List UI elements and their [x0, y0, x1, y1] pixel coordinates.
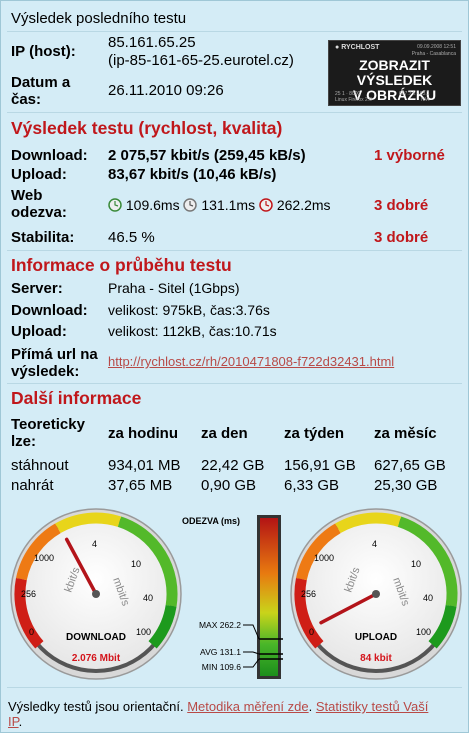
footer: Výsledky testů jsou orientační. Metodika…: [8, 699, 463, 729]
web-label-line1: Web: [11, 187, 43, 204]
divider: [7, 383, 462, 384]
download-tick-10: 10: [131, 559, 141, 569]
more-heading: Další informace: [11, 388, 142, 408]
web-response-values: 109.6ms 131.1ms 262.2ms: [108, 197, 331, 213]
upload-value: 83,67 kbit/s (10,46 kB/s): [108, 166, 277, 183]
table-cell: 934,01 MB: [108, 457, 181, 474]
result-panel: Výsledek posledního testu IP (host): 85.…: [0, 0, 469, 733]
avg-clock-icon: [183, 198, 198, 212]
download-value: 2 075,57 kbit/s (259,45 kB/s): [108, 147, 306, 164]
table-header-week: za týden: [284, 425, 345, 442]
footer-text: Výsledky testů jsou orientační.: [8, 699, 184, 714]
table-col0-header: Teoreticky lze:: [11, 416, 85, 450]
progress-upload-label: Upload:: [11, 323, 67, 340]
upload-tick-1000: 1000: [314, 553, 334, 563]
stability-value: 46.5 %: [108, 229, 155, 246]
table-col0-line2: lze:: [11, 433, 37, 450]
progress-download-value: velikost: 975kB, čas:3.76s: [108, 302, 270, 318]
table-cell: 627,65 GB: [374, 457, 446, 474]
divider: [7, 250, 462, 251]
web-avg-value: 131.1ms: [201, 197, 256, 213]
download-rating: 1 výborné: [374, 147, 445, 164]
server-label: Server:: [11, 280, 63, 297]
date-label: Datum a čas:: [11, 74, 70, 108]
date-value: 26.11.2010 09:26: [108, 82, 224, 99]
url-label-line2: výsledek:: [11, 363, 80, 380]
table-header-hour: za hodinu: [108, 425, 178, 442]
table-cell: 37,65 MB: [108, 477, 173, 494]
ip-label: IP (host):: [11, 43, 76, 60]
ip-value: 85.161.65.25: [108, 34, 196, 51]
table-cell: 156,91 GB: [284, 457, 356, 474]
table-cell: 0,90 GB: [201, 477, 257, 494]
download-tick-256: 256: [21, 589, 36, 599]
rychlost-logo: ● RYCHLOST: [335, 44, 380, 51]
response-avg-label: AVG 131.1: [200, 647, 241, 657]
footer-sep: .: [308, 699, 313, 714]
download-tick-1000: 1000: [34, 553, 54, 563]
download-label: Download:: [11, 147, 88, 164]
ip-stats-link[interactable]: Statistiky testů Vaší: [316, 699, 428, 714]
table-cell: 25,30 GB: [374, 477, 438, 494]
result-url-link[interactable]: http://rychlost.cz/rh/2010471808-f722d32…: [108, 354, 394, 369]
progress-upload-value: velikost: 112kB, čas:10.71s: [108, 323, 277, 339]
date-label-line1: Datum a: [11, 74, 71, 91]
upload-tick-40: 40: [423, 593, 433, 603]
stability-rating: 3 dobré: [374, 229, 429, 246]
show-image-result-button[interactable]: ● RYCHLOST 09.09.2008 12:51 Praha - Casa…: [328, 40, 461, 106]
ip-stats-link-cont[interactable]: IP: [8, 714, 19, 729]
table-col0-line1: Teoreticky: [11, 416, 85, 433]
divider: [7, 687, 462, 688]
download-tick-4: 4: [92, 539, 97, 549]
host-value: (ip-85-161-65-25.eurotel.cz): [108, 52, 294, 69]
table-cell: 22,42 GB: [201, 457, 265, 474]
logo-text: RYCHLOST: [341, 44, 380, 51]
table-cell: 6,33 GB: [284, 477, 340, 494]
table-row-label: stáhnout: [11, 457, 69, 474]
upload-tick-256: 256: [301, 589, 316, 599]
table-header-day: za den: [201, 425, 248, 442]
table-header-month: za měsíc: [374, 425, 437, 442]
badge-row3: Linux Firefox 2.0: [335, 97, 372, 103]
progress-heading: Informace o průběhu testu: [11, 255, 232, 275]
upload-tick-0: 0: [309, 627, 314, 637]
results-heading: Výsledek testu (rychlost, kvalita): [11, 118, 283, 138]
divider: [7, 112, 462, 113]
date-label-line2: čas:: [11, 91, 42, 108]
web-max-value: 262.2ms: [276, 197, 331, 213]
response-min-label: MIN 109.6: [202, 662, 241, 672]
table-row-label: nahrát: [11, 477, 54, 494]
web-min-value: 109.6ms: [125, 197, 180, 213]
methodology-link[interactable]: Metodika měření zde: [187, 699, 308, 714]
download-caption: DOWNLOAD: [66, 632, 126, 643]
web-response-label: Web odezva:: [11, 187, 67, 221]
download-gauge-value: 2.076 Mbit: [71, 653, 121, 664]
download-tick-0: 0: [29, 627, 34, 637]
response-title: ODEZVA (ms): [182, 516, 240, 526]
upload-tick-10: 10: [411, 559, 421, 569]
badge-caption-line1: ZOBRAZIT VÝSLEDEK: [356, 57, 433, 88]
response-max-label: MAX 262.2: [199, 620, 241, 630]
url-label-line1: Přímá url na: [11, 346, 98, 363]
url-label: Přímá url na výsledek:: [11, 346, 98, 380]
footer-end: .: [18, 714, 23, 729]
upload-tick-4: 4: [372, 539, 377, 549]
divider: [7, 31, 462, 32]
badge-row4: N/A: [421, 97, 430, 103]
web-label-line2: odezva:: [11, 204, 67, 221]
web-rating: 3 dobré: [374, 197, 429, 214]
progress-download-label: Download:: [11, 302, 88, 319]
server-value: Praha - Sitel (1Gbps): [108, 280, 240, 296]
upload-caption: UPLOAD: [354, 632, 398, 643]
page-title: Výsledek posledního testu: [11, 10, 187, 27]
upload-label: Upload:: [11, 166, 67, 183]
response-bar: [243, 515, 283, 679]
download-tick-40: 40: [143, 593, 153, 603]
min-clock-icon: [108, 198, 122, 212]
max-clock-icon: [259, 198, 273, 212]
stability-label: Stabilita:: [11, 229, 75, 246]
upload-gauge-value: 84 kbit: [360, 653, 392, 664]
badge-date: 09.09.2008 12:51: [417, 44, 456, 50]
